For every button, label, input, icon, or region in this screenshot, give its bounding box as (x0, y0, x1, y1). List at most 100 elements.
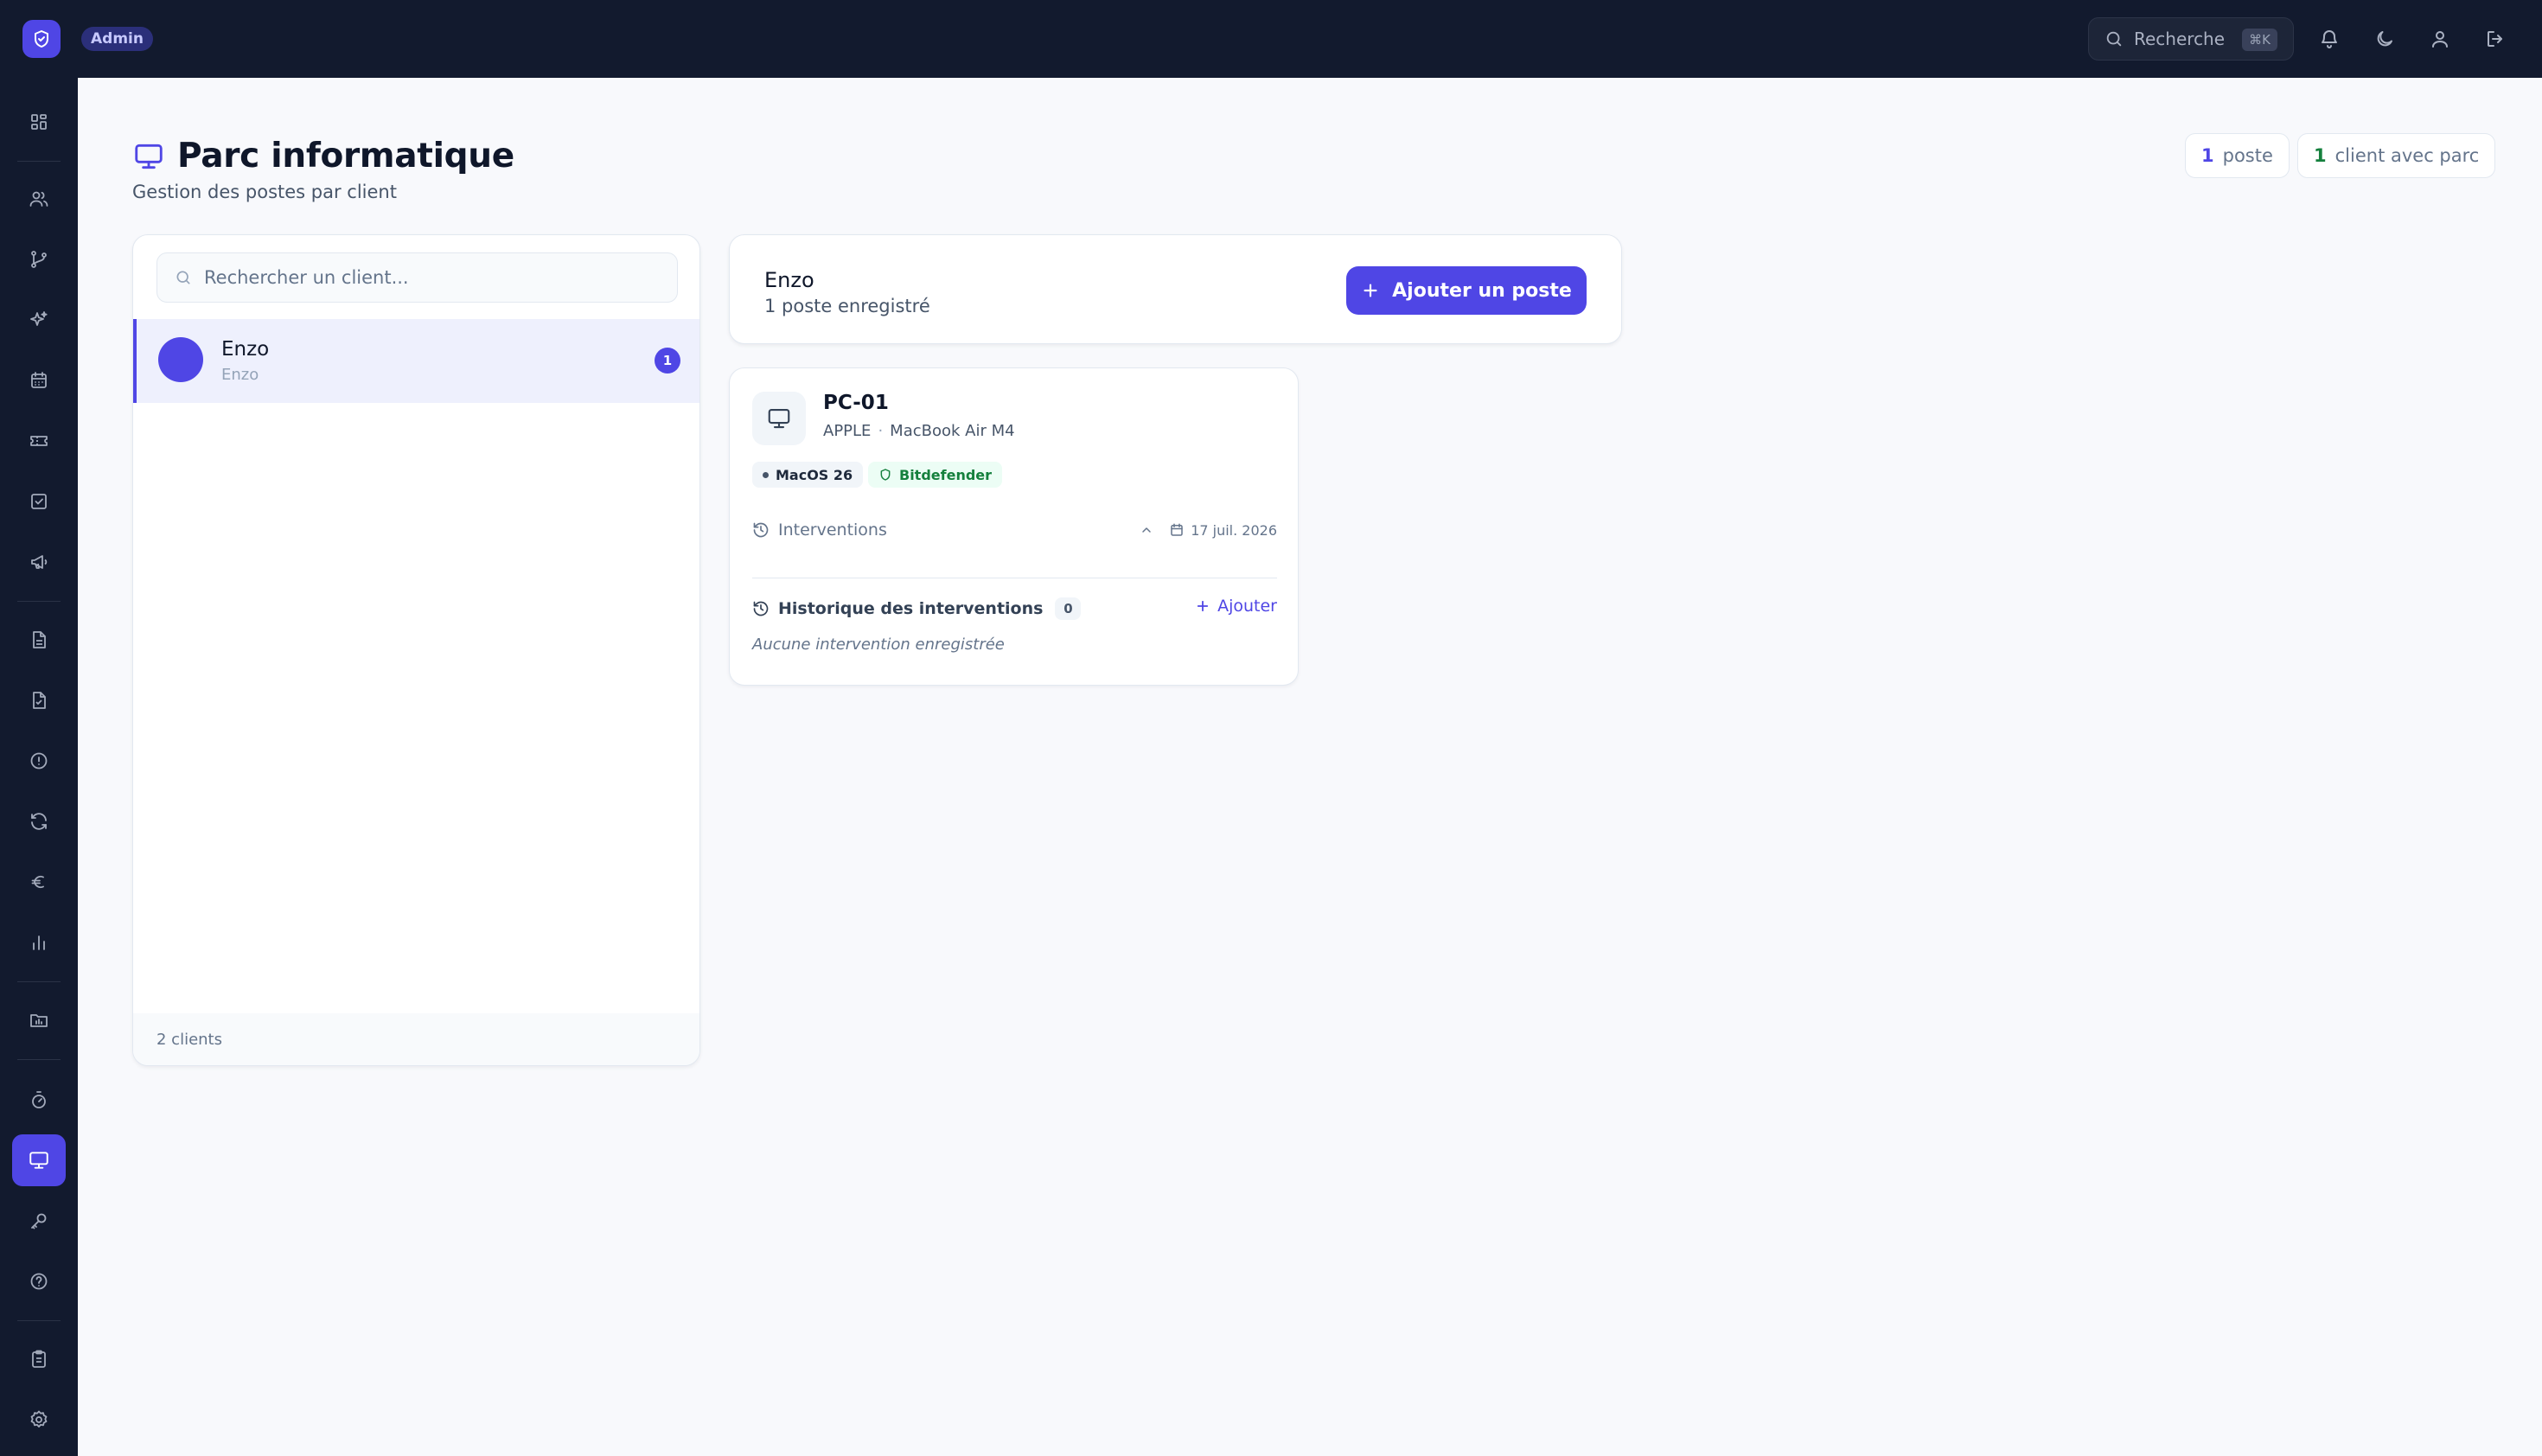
file-check-icon (33, 692, 46, 709)
nav-documents[interactable] (12, 614, 66, 666)
client-list-panel: Enzo Enzo 1 2 clients (132, 234, 700, 1066)
add-post-button[interactable]: Ajouter un poste (1346, 266, 1587, 315)
user-icon (2432, 31, 2448, 48)
add-intervention-button[interactable]: Ajouter (1195, 597, 1277, 616)
gear-icon (30, 1410, 48, 1427)
app-logo[interactable] (22, 20, 61, 58)
device-card[interactable]: PC-01 APPLE · MacBook Air M4 MacOS 26 Bi… (729, 367, 1299, 686)
os-tag: MacOS 26 (752, 462, 864, 488)
profile-button[interactable] (2423, 22, 2457, 56)
nav-dashboard[interactable] (12, 96, 66, 148)
history-title: Historique des interventions (778, 599, 1044, 618)
antivirus-tag: Bitdefender (868, 462, 1003, 488)
clipboard-icon (32, 1350, 46, 1368)
theme-toggle-button[interactable] (2367, 22, 2402, 56)
nav-passwords[interactable] (12, 1195, 66, 1247)
nav-help[interactable] (12, 1255, 66, 1307)
sidebar-divider (17, 1059, 61, 1060)
nav-settings[interactable] (12, 1394, 66, 1446)
nav-campaigns[interactable] (12, 536, 66, 588)
calendar-icon (1171, 523, 1183, 536)
bell-icon (2322, 30, 2337, 48)
interventions-label: Interventions (778, 520, 887, 540)
interventions-meta: 17 juil. 2026 (1140, 517, 1277, 543)
stat-posts: 1 poste (2185, 133, 2290, 178)
nav-folders[interactable] (12, 994, 66, 1046)
client-post-count-badge: 1 (655, 348, 680, 374)
separator-dot: · (878, 422, 884, 440)
nav-pipeline[interactable] (12, 233, 66, 285)
client-list-item[interactable]: Enzo Enzo 1 (133, 319, 699, 403)
plus-icon (1364, 284, 1377, 297)
sparkles-icon (30, 311, 48, 326)
moon-icon (2377, 31, 2392, 47)
ticket-icon (30, 436, 48, 446)
search-icon (176, 271, 190, 284)
os-tag-label: MacOS 26 (776, 466, 853, 483)
nav-incidents[interactable] (12, 735, 66, 787)
client-name: Enzo (221, 338, 270, 361)
shield-icon (880, 469, 891, 481)
logout-button[interactable] (2478, 22, 2513, 56)
stat-clients: 1 client avec parc (2297, 133, 2496, 178)
device-icon-box (752, 392, 806, 445)
dashboard-icon (31, 114, 47, 130)
stat-clients-label: client avec parc (2334, 145, 2480, 166)
stat-posts-count: 1 (2201, 145, 2214, 166)
client-search-input[interactable] (204, 267, 654, 288)
avatar (158, 337, 203, 382)
add-intervention-label: Ajouter (1217, 597, 1277, 616)
search-shortcut: ⌘K (2242, 29, 2277, 51)
nav-tickets[interactable] (12, 415, 66, 467)
nav-timer[interactable] (12, 1074, 66, 1126)
page-subtitle: Gestion des postes par client (132, 182, 397, 202)
notifications-button[interactable] (2312, 22, 2347, 56)
users-icon (29, 191, 48, 207)
nav-subscriptions[interactable] (12, 795, 66, 847)
megaphone-icon (31, 555, 48, 569)
euro-icon (31, 875, 44, 889)
nav-contracts[interactable] (12, 674, 66, 726)
sidebar-divider (17, 161, 61, 162)
global-search-label: Recherche (2134, 29, 2226, 49)
stopwatch-icon (32, 1091, 46, 1108)
monitor-icon (768, 408, 790, 429)
history-empty-state: Aucune intervention enregistrée (752, 635, 1005, 654)
nav-calendar[interactable] (12, 354, 66, 406)
monitor-icon (135, 144, 163, 169)
client-search (156, 252, 678, 303)
add-post-button-label: Ajouter un poste (1392, 279, 1572, 302)
sidebar (0, 78, 78, 1456)
nav-tasks[interactable] (12, 476, 66, 527)
interventions-toggle[interactable]: Interventions 17 juil. 2026 (752, 517, 1277, 543)
check-square-icon (31, 494, 47, 509)
sidebar-divider (17, 1320, 61, 1321)
folder-chart-icon (30, 1014, 48, 1027)
selected-client-summary: 1 poste enregistré (764, 296, 930, 316)
refresh-icon (31, 813, 47, 830)
device-model: MacBook Air M4 (890, 422, 1015, 440)
chevron-up-icon (1142, 527, 1151, 533)
history-header: Historique des interventions 0 Ajouter (752, 595, 1277, 623)
nav-billing[interactable] (12, 856, 66, 908)
plus-icon (1197, 600, 1209, 612)
history-count-badge: 0 (1055, 597, 1082, 620)
global-search-button[interactable]: Recherche ⌘K (2088, 17, 2294, 61)
nav-ai[interactable] (12, 294, 66, 346)
page-header: Parc informatique (132, 137, 514, 176)
stat-clients-count: 1 (2314, 145, 2327, 166)
help-circle-icon (30, 1273, 48, 1290)
nav-clients[interactable] (12, 173, 66, 225)
device-name: PC-01 (823, 392, 889, 414)
intervention-date: 17 juil. 2026 (1191, 521, 1277, 539)
client-list-footer: 2 clients (133, 1013, 699, 1065)
nav-it-inventory[interactable] (12, 1134, 66, 1186)
key-icon (31, 1213, 47, 1229)
nav-analytics[interactable] (12, 916, 66, 968)
logout-icon (2488, 31, 2502, 47)
client-subtitle: Enzo (221, 366, 259, 384)
search-icon (2106, 31, 2122, 47)
antivirus-tag-label: Bitdefender (899, 466, 993, 483)
nav-reports[interactable] (12, 1333, 66, 1385)
selected-client-name: Enzo (764, 268, 814, 292)
